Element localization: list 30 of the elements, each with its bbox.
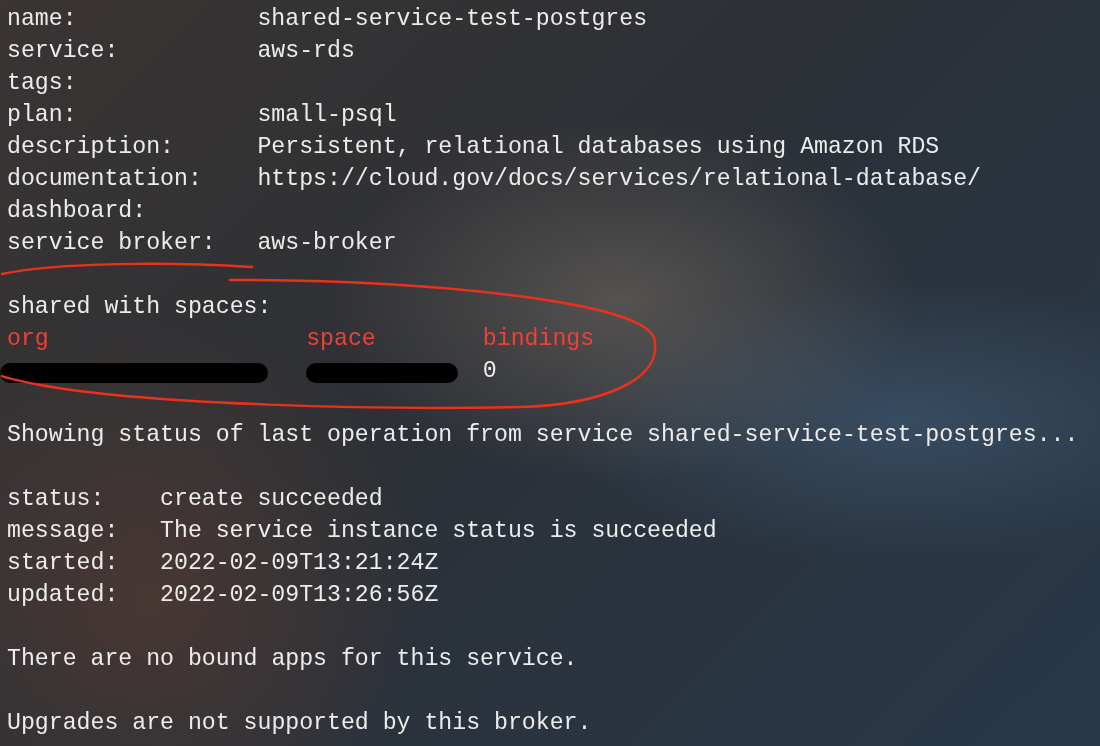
field-value: The service instance status is succeeded <box>160 517 718 546</box>
field-value: 2022-02-09T13:21:24Z <box>160 549 440 578</box>
field-label: updated: <box>7 581 120 610</box>
field-label: message: <box>7 517 120 546</box>
field-value: aws-broker <box>257 229 398 258</box>
status-line: Showing status of last operation from service shared-service-test-postgres... <box>7 421 1080 450</box>
section-heading: shared with spaces: <box>7 293 273 322</box>
field-value: create succeeded <box>160 485 384 514</box>
table-cell-text: 0 <box>482 357 498 386</box>
message-line: There are no bound apps for this service. <box>7 645 579 674</box>
field-value: small-psql <box>257 101 398 130</box>
field-label: service broker: <box>7 229 217 258</box>
field-label: name: <box>7 5 78 34</box>
column-header: space <box>306 325 377 354</box>
column-header: bindings <box>482 325 596 354</box>
field-label: tags: <box>7 69 78 98</box>
field-label: documentation: <box>7 165 203 194</box>
field-value: 2022-02-09T13:26:56Z <box>160 581 440 610</box>
field-value: shared-service-test-postgres <box>257 5 649 34</box>
field-label: plan: <box>7 101 78 130</box>
column-header: org <box>7 325 50 354</box>
field-value: aws-rds <box>257 37 356 66</box>
field-value: Persistent, relational databases using Amazon RDS <box>257 133 941 162</box>
field-label: status: <box>7 485 106 514</box>
field-label: dashboard: <box>7 197 148 226</box>
message-line: Upgrades are not supported by this broker. <box>7 709 593 738</box>
field-label: description: <box>7 133 175 162</box>
field-label: started: <box>7 549 120 578</box>
field-value: https://cloud.gov/docs/services/relational-database/ <box>257 165 983 194</box>
field-label: service: <box>7 37 120 66</box>
